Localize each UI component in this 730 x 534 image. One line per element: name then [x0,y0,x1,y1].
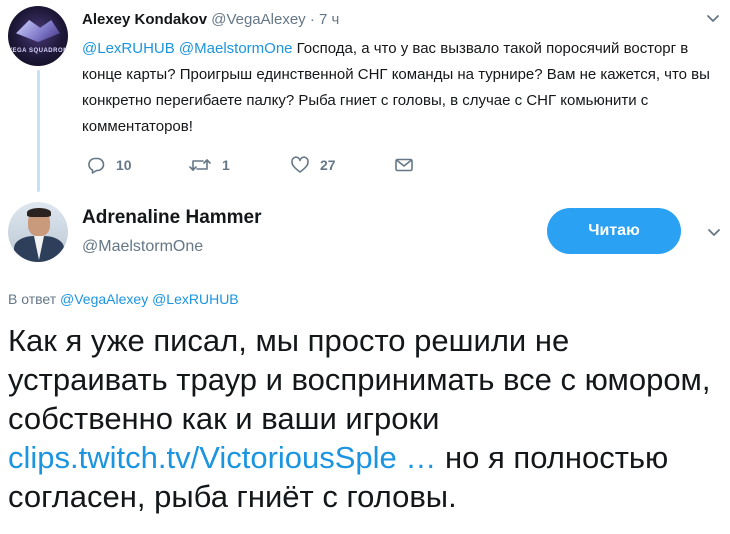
thread-connector-line [37,70,40,192]
main-author-avatar[interactable] [8,202,68,262]
retweet-button[interactable]: 1 [188,152,230,178]
parent-tweet-header: Alexey Kondakov @VegaAlexey · 7 ч [82,11,339,28]
parent-author-handle[interactable]: @VegaAlexey [211,11,305,28]
replying-to-line: В ответ @VegaAlexey @LexRUHUB [8,291,239,307]
avatar-figure-hair [27,208,51,217]
parent-mention-maelstormone[interactable]: @MaelstormOne [179,40,293,57]
parent-more-chevron-down-icon[interactable] [704,10,722,28]
reply-count: 10 [116,157,132,173]
parent-tweet-time[interactable]: 7 ч [319,11,339,28]
direct-message-button[interactable] [394,152,414,178]
like-icon [291,156,309,173]
parent-tweet-body: Господа, а что у вас вызвало такой порос… [82,40,710,135]
reply-mention-lexruhub[interactable]: @LexRUHUB [152,291,239,307]
retweet-count: 1 [222,157,230,173]
avatar-caption: VEGA SQUADRON [8,48,68,54]
reply-mention-vegaalexey[interactable]: @VegaAlexey [60,291,148,307]
parent-tweet-text: @LexRUHUB @MaelstormOne Господа, а что у… [82,36,722,140]
like-count: 27 [320,157,336,173]
main-tweet-text-part1: Как я уже писал, мы просто решили не уст… [8,323,711,436]
chevron-down-icon [708,229,720,236]
direct-message-icon [395,158,413,172]
parent-author-name[interactable]: Alexey Kondakov [82,11,207,28]
retweet-icon [189,159,211,171]
main-more-chevron-down-icon[interactable] [705,224,723,242]
replying-to-prefix: В ответ [8,291,61,307]
reply-button[interactable]: 10 [86,152,132,178]
reply-icon [88,157,105,174]
chevron-down-icon [707,15,719,22]
following-button[interactable]: Читаю [547,208,681,254]
parent-mention-lexruhub[interactable]: @LexRUHUB [82,40,175,57]
main-author-handle[interactable]: @MaelstormOne [82,238,203,256]
main-tweet-text: Как я уже писал, мы просто решили не уст… [8,321,728,516]
twitch-clip-link[interactable]: clips.twitch.tv/VictoriousSple … [8,440,436,475]
like-button[interactable]: 27 [290,152,336,178]
parent-author-avatar[interactable]: VEGA SQUADRON [8,6,68,66]
separator-dot: · [309,11,315,28]
main-author-name[interactable]: Adrenaline Hammer [82,207,262,229]
team-logo-wing [16,20,60,42]
